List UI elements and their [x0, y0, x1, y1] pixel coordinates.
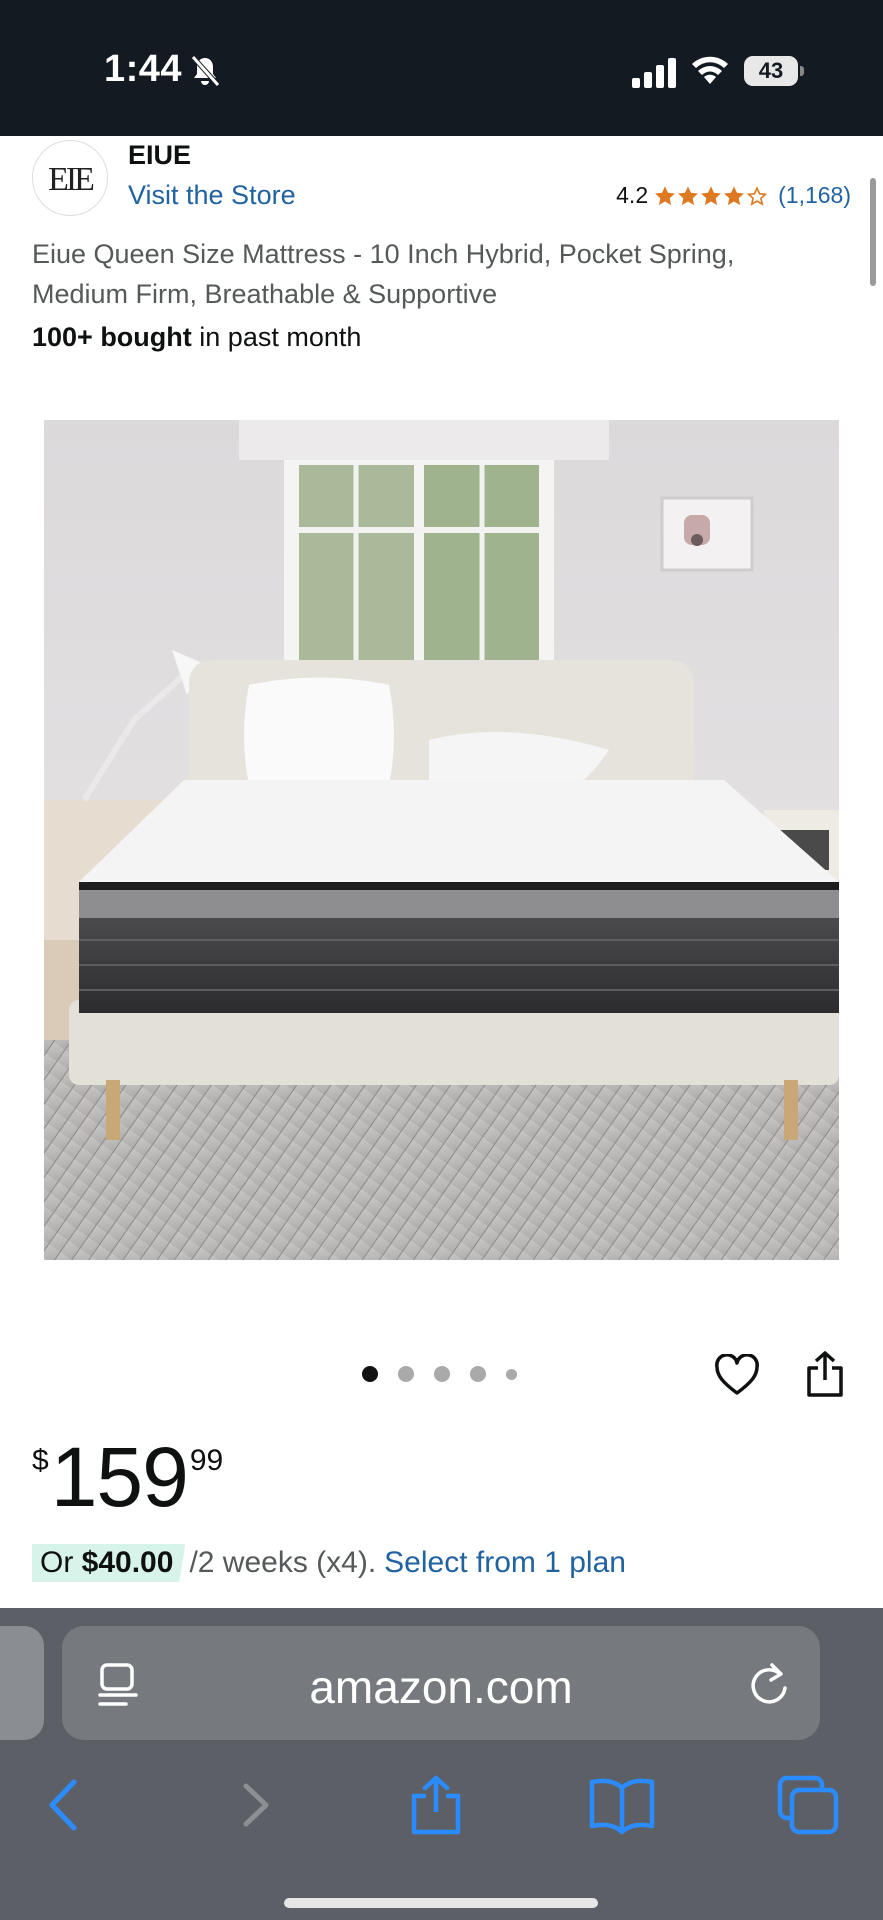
carousel-dot[interactable] — [434, 1366, 450, 1382]
installment-prefix: Or — [40, 1546, 82, 1579]
chevron-right-icon[interactable] — [238, 1774, 274, 1836]
cellular-signal-icon — [632, 58, 676, 88]
image-carousel-dots[interactable] — [362, 1366, 517, 1382]
browser-bottom-bar: amazon.com — [0, 1608, 883, 1920]
eiue-logo-mark: EIE — [48, 161, 97, 198]
bought-suffix: in past month — [191, 322, 362, 352]
wifi-icon — [692, 56, 728, 84]
installment-period: /2 weeks (x4). — [189, 1546, 377, 1579]
star-empty-icon — [746, 185, 768, 206]
star-full-icon — [724, 185, 745, 205]
status-bar: 1:44 43 — [0, 0, 883, 136]
brand-name[interactable]: EIUE — [128, 140, 191, 171]
carousel-dot[interactable] — [470, 1366, 486, 1382]
visit-store-link[interactable]: Visit the Store — [128, 180, 296, 211]
share-icon[interactable] — [408, 1774, 464, 1836]
rating-count: (1,168) — [778, 182, 851, 208]
product-title: Eiue Queen Size Mattress - 10 Inch Hybri… — [32, 239, 735, 309]
url-text[interactable]: amazon.com — [62, 1660, 820, 1714]
star-full-icon — [701, 185, 722, 205]
price: $ 159 99 — [32, 1430, 223, 1524]
carousel-dot[interactable] — [506, 1368, 517, 1380]
bell-slash-icon — [191, 55, 220, 87]
price-symbol: $ — [32, 1444, 49, 1477]
select-plan-link[interactable]: Select from 1 plan — [384, 1546, 626, 1580]
carousel-dot[interactable] — [398, 1366, 414, 1382]
star-full-icon — [655, 185, 676, 205]
mattress-photo — [44, 420, 839, 1260]
bought-in-past-month: 100+ bought in past month — [32, 322, 361, 353]
tabs-icon[interactable] — [776, 1774, 840, 1836]
chevron-left-icon[interactable] — [46, 1774, 82, 1836]
installment-amount: $40.00 — [81, 1546, 174, 1579]
status-time: 1:44 — [104, 48, 183, 90]
scrollbar-thumb[interactable] — [870, 178, 876, 286]
previous-tab-peek[interactable] — [0, 1626, 44, 1740]
brand-logo[interactable]: EIE — [32, 140, 108, 216]
browser-toolbar — [0, 1756, 883, 1856]
installment-badge: Or $40.00 — [32, 1544, 186, 1582]
address-bar[interactable]: amazon.com — [62, 1626, 820, 1740]
battery-cap — [800, 66, 804, 76]
installment-plan: Or $40.00 /2 weeks (x4). Select from 1 p… — [32, 1544, 626, 1582]
bought-count: 100+ bought — [32, 322, 192, 352]
star-rating — [654, 185, 768, 207]
heart-icon[interactable] — [714, 1354, 760, 1396]
share-icon[interactable] — [804, 1350, 846, 1398]
rating-summary[interactable]: 4.2 (1,168) — [616, 182, 851, 209]
battery-indicator: 43 — [744, 56, 804, 86]
battery-level: 43 — [744, 56, 798, 86]
reload-icon[interactable] — [746, 1660, 792, 1708]
price-fraction: 99 — [189, 1444, 224, 1477]
book-icon[interactable] — [588, 1774, 656, 1836]
home-indicator[interactable] — [284, 1898, 598, 1908]
carousel-dot[interactable] — [362, 1366, 378, 1382]
star-full-icon — [678, 185, 699, 205]
svg-text:EIE: EIE — [48, 161, 94, 198]
rating-value: 4.2 — [616, 182, 649, 208]
price-whole: 159 — [50, 1430, 189, 1524]
product-image[interactable] — [44, 420, 839, 1260]
